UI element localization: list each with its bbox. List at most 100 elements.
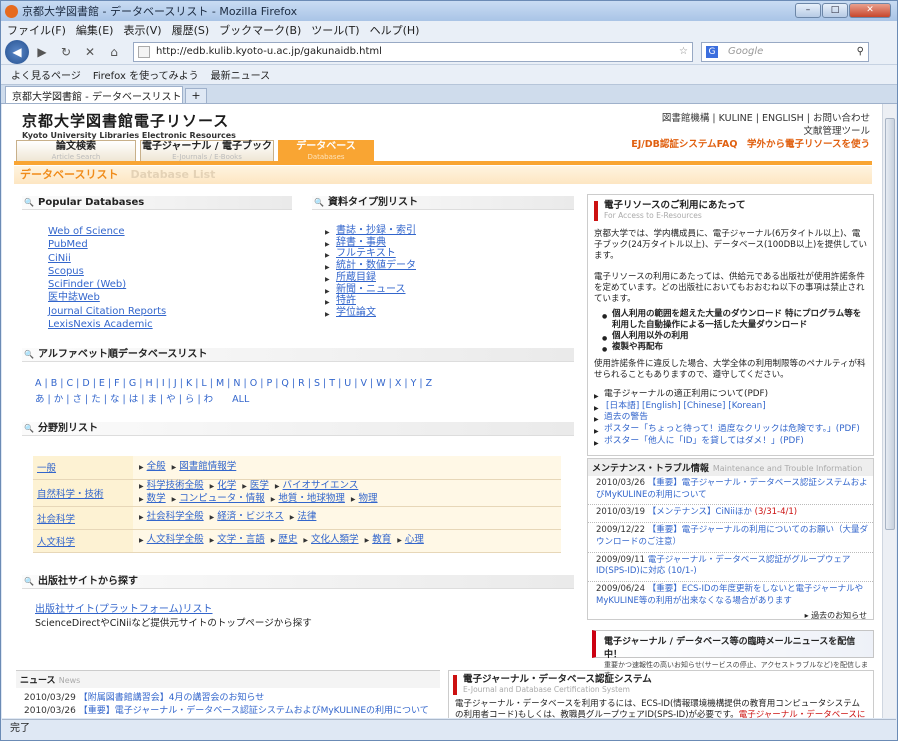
field-heading: 分野別リスト [22,422,574,436]
field-link[interactable]: 歴史 [271,534,297,545]
minimize-button[interactable]: – [795,3,821,18]
page-title: データベースリスト Database List [14,166,872,184]
past-news-link[interactable]: ▸ 過去のお知らせ [588,610,873,621]
search-placeholder: Google [728,46,764,57]
field-link[interactable]: 文化人類学 [303,534,359,545]
publisher-heading: 出版社サイトから探す [22,575,574,589]
scrollbar-thumb[interactable] [885,118,895,530]
field-link[interactable]: 心理 [397,534,424,545]
page-content: 京都大学図書館電子リソース Kyoto University Libraries… [2,104,882,718]
field-link[interactable]: 科学技術全般 [139,480,204,491]
utility-links[interactable]: 図書館機構 | KULINE | ENGLISH | お問い合わせ [631,112,870,125]
types-heading: 資料タイプ別リスト [312,196,574,210]
kana-index[interactable]: あ | か | さ | た | な | は | ま | や | ら | わ AL… [35,391,249,405]
field-link[interactable]: 医学 [242,480,269,491]
field-label[interactable]: 一般 [33,456,133,480]
menu-bookmarks[interactable]: ブックマーク(B) [219,22,301,38]
home-icon[interactable]: ⌂ [103,41,125,63]
field-label[interactable]: 自然科学・技術 [33,479,133,507]
list-item[interactable]: 書誌・抄録・索引 [324,225,416,238]
prohibited-item: 複製や再配布 [594,342,867,355]
field-link[interactable]: 経済・ビジネス [210,511,284,522]
field-link[interactable]: 化学 [210,480,236,491]
list-item[interactable]: LexisNexis Academic [48,318,166,331]
alphabet-index[interactable]: A | B | C | D | E | F | G | H | I | J | … [35,378,432,389]
list-item[interactable]: 2009/12/22 【重要】電子ジャーナルの利用についてのお願い（大量ダウンロ… [588,523,873,553]
bookmark-item[interactable]: 最新ニュース [211,67,271,82]
notice-link[interactable]: 電子ジャーナルの適正利用について(PDF) [594,389,867,402]
menu-history[interactable]: 履歴(S) [172,22,210,38]
list-item[interactable]: 特許 [324,295,416,308]
field-link[interactable]: 法律 [290,511,316,522]
field-link[interactable]: コンピュータ・情報 [172,493,265,504]
menu-edit[interactable]: 編集(E) [76,22,114,38]
list-item[interactable]: 2009/09/11 電子ジャーナル・データベース認証がグループウェアID(SP… [588,553,873,582]
list-item[interactable]: CiNii [48,252,166,265]
site-logo[interactable]: 京都大学図書館電子リソース Kyoto University Libraries… [22,110,236,140]
bookmark-item[interactable]: Firefox を使ってみよう [93,67,199,82]
list-item[interactable]: 2010/03/26 【重要】電子ジャーナル・データベース認証システムおよびMy… [16,705,440,718]
list-item[interactable]: 2010/03/19 【メンテナンス】CiNiiほか (3/31-4/1) [588,505,873,524]
stop-icon[interactable]: ✕ [79,41,101,63]
vertical-scrollbar[interactable] [882,104,896,718]
mail-news-banner[interactable]: 電子ジャーナル / データベース等の臨時メールニュースを配信中！ 重要かつ速報性の… [592,630,874,679]
tab-ejournals[interactable]: 電子ジャーナル / 電子ブック E-Journals / E-Books [140,140,274,161]
list-item[interactable]: 2009/06/24 【重要】ECS-IDの年度更新をしないと電子ジャーナルやM… [588,582,873,610]
field-link[interactable]: 社会科学全般 [139,511,204,522]
language-links[interactable]: [日本語] [English] [Chinese] [Korean] [594,401,867,414]
list-item[interactable]: 医中誌Web [48,291,166,304]
field-link[interactable]: 地質・地球物理 [271,493,345,504]
maximize-button[interactable]: □ [822,3,848,18]
tab-databases[interactable]: データベース Databases [278,140,374,161]
field-link[interactable]: バイオサイエンス [275,480,359,491]
list-item[interactable]: 辞書・事典 [324,237,416,250]
new-tab-button[interactable]: + [185,88,207,103]
field-label[interactable]: 人文科学 [33,529,133,553]
menu-file[interactable]: ファイル(F) [7,22,66,38]
list-item[interactable]: Journal Citation Reports [48,305,166,318]
notice-link[interactable]: ポスター「他人に「ID」を貸してはダメ！」(PDF) [594,436,867,449]
browser-tab[interactable]: 京都大学図書館 - データベースリスト [5,86,183,103]
offcampus-link[interactable]: 学外から電子リソースを使う [747,139,870,150]
field-link[interactable]: 人文科学全般 [139,534,204,545]
search-box[interactable]: G Google ⚲ [701,41,869,62]
list-item[interactable]: PubMed [48,238,166,251]
bookmark-star-icon[interactable]: ☆ [679,46,688,57]
bookmark-item[interactable]: よく見るページ [11,67,81,82]
menu-tools[interactable]: ツール(T) [311,22,359,38]
search-icon[interactable]: ⚲ [857,46,864,57]
notice-terms: 電子リソースの利用にあたっては、供給元である出版社が使用許諾条件を定めています。… [594,272,865,304]
field-label[interactable]: 社会科学 [33,506,133,530]
list-item[interactable]: 統計・数値データ [324,260,416,273]
site-title-en: Kyoto University Libraries Electronic Re… [22,131,236,140]
forward-button[interactable]: ▶ [31,41,53,63]
list-item[interactable]: 2010/03/26 【重要】電子ジャーナル・データベース認証システムおよびMy… [588,476,873,506]
close-button[interactable]: ✕ [849,3,891,18]
list-item[interactable]: Scopus [48,265,166,278]
field-link[interactable]: 文学・言語 [210,534,265,545]
list-item[interactable]: 所蔵目録 [324,272,416,285]
reload-icon[interactable]: ↻ [55,41,77,63]
menu-help[interactable]: ヘルプ(H) [370,22,420,38]
list-item[interactable]: 学位論文 [324,307,416,320]
list-item[interactable]: SciFinder (Web) [48,278,166,291]
back-button[interactable]: ◀ [5,39,29,64]
list-item[interactable]: フルテキスト [324,248,416,261]
menu-view[interactable]: 表示(V) [123,22,161,38]
faq-link[interactable]: EJ/DB認証システムFAQ [631,139,737,150]
list-item[interactable]: 新聞・ニュース [324,284,416,297]
field-link[interactable]: 教育 [365,534,391,545]
list-item[interactable]: 2010/03/29 【附属図書館講習会】4月の講習会のお知らせ [16,692,440,705]
tab-article-search[interactable]: 論文検索 Article Search [16,140,136,161]
title-bar: 京都大学図書館 - データベースリスト - Mozilla Firefox – … [1,1,897,21]
url-bar[interactable]: http://edb.kulib.kyoto-u.ac.jp/gakunaidb… [133,41,693,62]
notice-link[interactable]: 過去の警告 [594,412,867,425]
field-link[interactable]: 図書館情報学 [172,461,236,472]
navigation-toolbar: ◀ ▶ ↻ ✕ ⌂ http://edb.kulib.kyoto-u.ac.jp… [1,39,897,65]
field-link[interactable]: 数学 [139,493,166,504]
field-link[interactable]: 全般 [139,461,166,472]
list-item[interactable]: Web of Science [48,225,166,238]
notice-link[interactable]: ポスター「ちょっと待って！過度なクリックは危険です。」(PDF) [594,424,867,437]
toolbar-link[interactable]: 文献管理ツール [631,125,870,138]
field-link[interactable]: 物理 [351,493,378,504]
